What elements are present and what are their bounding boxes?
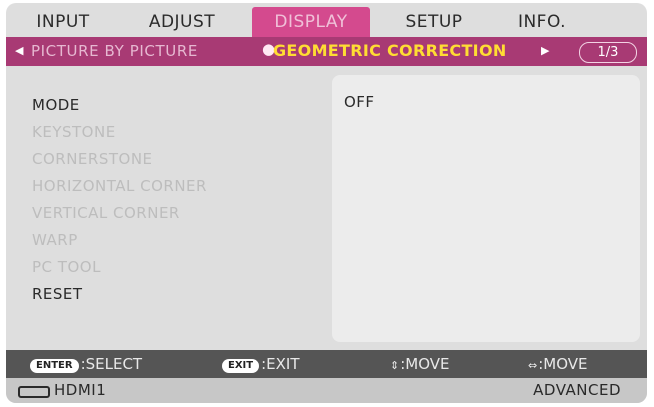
help-select-label: :SELECT (80, 355, 143, 373)
hdmi-icon (18, 386, 50, 398)
mode-value[interactable]: OFF (344, 93, 375, 111)
help-move-updown-label: :MOVE (400, 355, 450, 373)
help-move-updown: ⇕:MOVE (390, 355, 450, 373)
menu-item-reset[interactable]: RESET (32, 281, 207, 308)
up-down-arrows-icon: ⇕ (390, 359, 400, 372)
tab-input[interactable]: INPUT (20, 7, 106, 37)
menu-tabs: INPUT ADJUST DISPLAY SETUP INFO. (6, 3, 647, 37)
status-bar: HDMI1 ADVANCED (6, 378, 647, 403)
value-panel: OFF (332, 75, 640, 342)
projector-menu: INPUT ADJUST DISPLAY SETUP INFO. ◀ PICTU… (6, 3, 647, 403)
enter-key-icon: ENTER (30, 359, 79, 373)
help-move-leftright-label: :MOVE (538, 355, 588, 373)
menu-content: MODE KEYSTONE CORNERSTONE HORIZONTAL COR… (6, 66, 647, 350)
submenu-bar: ◀ PICTURE BY PICTURE ● GEOMETRIC CORRECT… (6, 37, 647, 66)
menu-item-mode[interactable]: MODE (32, 92, 207, 119)
help-select: ENTER:SELECT (30, 355, 142, 373)
help-bar: ENTER:SELECT EXIT:EXIT ⇕:MOVE ⇔:MOVE (6, 350, 647, 378)
menu-item-horizontal-corner: HORIZONTAL CORNER (32, 177, 207, 195)
page-indicator: 1/3 (579, 42, 637, 63)
submenu-current[interactable]: GEOMETRIC CORRECTION (273, 41, 507, 60)
submenu-previous[interactable]: PICTURE BY PICTURE (31, 42, 198, 60)
menu-mode: ADVANCED (533, 381, 621, 399)
left-arrow-icon[interactable]: ◀ (15, 44, 23, 57)
help-exit: EXIT:EXIT (222, 355, 300, 373)
menu-item-pc-tool: PC TOOL (32, 258, 101, 276)
menu-item-vertical-corner: VERTICAL CORNER (32, 204, 180, 222)
menu-item-cornerstone: CORNERSTONE (32, 150, 153, 168)
tab-setup[interactable]: SETUP (389, 7, 479, 37)
left-right-arrows-icon: ⇔ (528, 359, 538, 372)
tab-adjust[interactable]: ADJUST (127, 7, 237, 37)
tab-info[interactable]: INFO. (502, 7, 582, 37)
right-arrow-icon[interactable]: ▶ (541, 44, 549, 57)
help-exit-label: :EXIT (261, 355, 300, 373)
menu-item-warp: WARP (32, 231, 78, 249)
menu-items: MODE KEYSTONE CORNERSTONE HORIZONTAL COR… (32, 92, 207, 308)
input-source: HDMI1 (54, 381, 107, 399)
menu-item-keystone: KEYSTONE (32, 123, 116, 141)
help-move-leftright: ⇔:MOVE (528, 355, 588, 373)
tab-display[interactable]: DISPLAY (252, 7, 370, 37)
exit-key-icon: EXIT (222, 359, 260, 373)
